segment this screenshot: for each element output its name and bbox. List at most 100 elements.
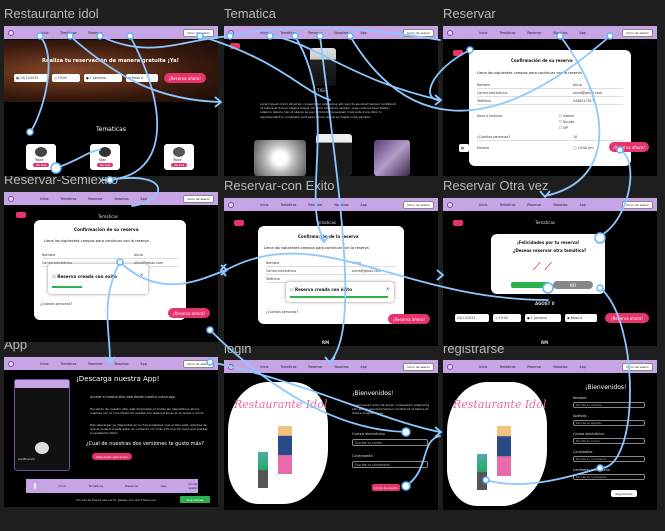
date-field[interactable]: 24/11/2023 xyxy=(455,314,489,322)
nav-reserve[interactable]: Reservar xyxy=(527,31,541,35)
reserve-now-button[interactable]: ¡Reserva ahora! xyxy=(605,313,649,323)
reserve-now-button[interactable]: ¡Reserva ahora! xyxy=(609,142,649,152)
nav-reserve[interactable]: Reservar xyxy=(88,31,102,35)
phone-row[interactable]: Teléfono 4448517917 xyxy=(477,98,623,105)
nav-home[interactable]: Inicio xyxy=(479,31,487,35)
nav-theme[interactable]: Temáticas xyxy=(280,365,296,369)
time-field[interactable]: ◷ 19:00 xyxy=(52,74,80,82)
footer-nav-item[interactable]: Iniciar sesión xyxy=(188,482,198,490)
frame-title[interactable]: Restaurante idol xyxy=(4,6,99,21)
nav-theme[interactable]: Temáticas xyxy=(499,203,515,207)
back-button[interactable] xyxy=(16,212,26,218)
back-button[interactable] xyxy=(230,43,240,49)
time-field[interactable]: ◷ 19:00 xyxy=(493,314,521,322)
place-field[interactable]: ◉ Mesa A xyxy=(565,314,597,322)
footer-nav-item[interactable]: App xyxy=(161,484,167,488)
card-more-button[interactable]: Ver más xyxy=(33,163,49,167)
theme-card[interactable]: Stan Ver más xyxy=(90,144,120,170)
nav-reserve[interactable]: Reservar xyxy=(88,362,102,366)
hour-row[interactable]: Horario ◯ 19:00 pm xyxy=(477,144,623,151)
lastname-input[interactable]: Escribe tu apellido xyxy=(573,420,645,426)
nav-home[interactable]: Inicio xyxy=(479,365,487,369)
nav-app[interactable]: App xyxy=(580,203,586,207)
nav-app[interactable]: App xyxy=(141,362,147,366)
close-icon[interactable]: × xyxy=(140,272,143,277)
nav-extras[interactable]: Nosotros xyxy=(335,365,349,369)
nav-home[interactable]: Inicio xyxy=(40,31,48,35)
nav-reserve[interactable]: Reservar xyxy=(308,365,322,369)
nav-theme[interactable]: Temáticas xyxy=(60,362,76,366)
login-nav-button[interactable]: Inicio de sesión xyxy=(621,362,653,371)
back-button[interactable] xyxy=(453,50,463,56)
password-input[interactable]: Escribe tu contraseña xyxy=(573,456,645,462)
nav-theme[interactable]: Temáticas xyxy=(499,31,515,35)
date-field[interactable]: ▦ xyxy=(459,144,469,152)
subscribe-button[interactable]: Suscribirse xyxy=(180,496,210,503)
nav-app[interactable]: App xyxy=(361,365,367,369)
login-nav-button[interactable]: Inicio de sesión xyxy=(621,200,653,209)
frame-title[interactable]: Reservar-con Exito xyxy=(224,178,335,193)
theme-card[interactable]: Twice Ver más xyxy=(164,144,194,170)
yes-button[interactable] xyxy=(511,282,549,288)
name-input[interactable]: Escribe tu nombre xyxy=(573,402,645,408)
card-more-button[interactable]: Ver más xyxy=(171,163,187,167)
nav-home[interactable]: Inicio xyxy=(260,365,268,369)
email-input[interactable]: Escribe tu correo xyxy=(573,438,645,444)
nav-home[interactable]: Inicio xyxy=(260,203,268,207)
footer-nav-item[interactable]: Temáticas xyxy=(88,484,103,488)
nav-app[interactable]: App xyxy=(141,197,147,201)
nav-extras[interactable]: Nosotros xyxy=(335,31,349,35)
place-field[interactable]: ◉ Mesa A xyxy=(126,74,158,82)
nav-extras[interactable]: Nosotros xyxy=(554,31,568,35)
back-button[interactable] xyxy=(453,220,463,226)
nav-extras[interactable]: Nosotros xyxy=(335,203,349,207)
login-nav-button[interactable]: Inicio de sesión xyxy=(182,28,214,37)
email-row[interactable]: Correo electrónico alicia@gmail.com xyxy=(477,90,623,97)
date-field[interactable]: ▦ 24/11/2023 xyxy=(14,74,48,82)
email-row[interactable]: Correo electrónico alicia@gmail.com xyxy=(266,268,396,275)
nav-extras[interactable]: Nosotros xyxy=(115,362,129,366)
nav-reserve[interactable]: Reservar xyxy=(308,203,322,207)
nav-theme[interactable]: Temáticas xyxy=(280,203,296,207)
login-nav-button[interactable]: Inicio de sesión xyxy=(402,28,434,37)
close-icon[interactable]: × xyxy=(386,286,389,291)
nav-theme[interactable]: Temáticas xyxy=(499,365,515,369)
nav-reserve[interactable]: Reservar xyxy=(308,31,322,35)
login-nav-button[interactable]: Inicio de sesión xyxy=(621,28,653,37)
no-button[interactable]: NO xyxy=(553,281,593,289)
back-button[interactable] xyxy=(234,220,244,226)
people-field[interactable]: ● 1 persona xyxy=(84,74,122,82)
theme-card[interactable]: Twice Ver más xyxy=(26,144,56,170)
zone-option[interactable]: ☐ Interior xyxy=(559,114,575,118)
nav-app[interactable]: App xyxy=(361,31,367,35)
nav-reserve[interactable]: Reservar xyxy=(527,203,541,207)
nav-app[interactable]: App xyxy=(361,203,367,207)
nav-reserve[interactable]: Reservar xyxy=(527,365,541,369)
zone-option[interactable]: ☐ VIP xyxy=(559,126,568,130)
people-field[interactable]: ● 1 persona xyxy=(525,314,561,322)
card-more-button[interactable]: Ver más xyxy=(97,163,113,167)
people-row[interactable]: ¿Cuántas personas? 10 xyxy=(477,134,623,141)
nav-theme[interactable]: Temáticas xyxy=(60,197,76,201)
name-row[interactable]: Nombre Alicia xyxy=(266,260,396,267)
login-nav-button[interactable]: Inicio de sesión xyxy=(182,359,214,368)
nav-home[interactable]: Inicio xyxy=(40,197,48,201)
name-row[interactable]: Nombre Alicia xyxy=(42,252,178,259)
email-input[interactable]: Escribe tu correo xyxy=(352,439,428,446)
footer-nav-item[interactable]: Inicio xyxy=(58,484,66,488)
nav-app[interactable]: App xyxy=(580,31,586,35)
frame-title[interactable]: Reservar xyxy=(443,6,496,21)
nav-extras[interactable]: Nosotros xyxy=(554,365,568,369)
nav-home[interactable]: Inicio xyxy=(479,203,487,207)
download-app-button[interactable]: Descargar aplicación xyxy=(92,453,132,460)
nav-home[interactable]: Inicio xyxy=(260,31,268,35)
login-button[interactable]: Inicio de sesión xyxy=(372,484,400,491)
footer-nav-item[interactable]: Reservar xyxy=(125,484,138,488)
register-button[interactable]: Registrarse xyxy=(611,490,637,497)
zone-option[interactable]: ☐ Terraza xyxy=(559,120,574,124)
nav-reserve[interactable]: Reservar xyxy=(88,197,102,201)
password-input[interactable]: Escribe tu contraseña xyxy=(352,461,428,468)
nav-theme[interactable]: Temáticas xyxy=(60,31,76,35)
nav-home[interactable]: Inicio xyxy=(40,362,48,366)
login-nav-button[interactable]: Inicio de sesión xyxy=(402,362,434,371)
